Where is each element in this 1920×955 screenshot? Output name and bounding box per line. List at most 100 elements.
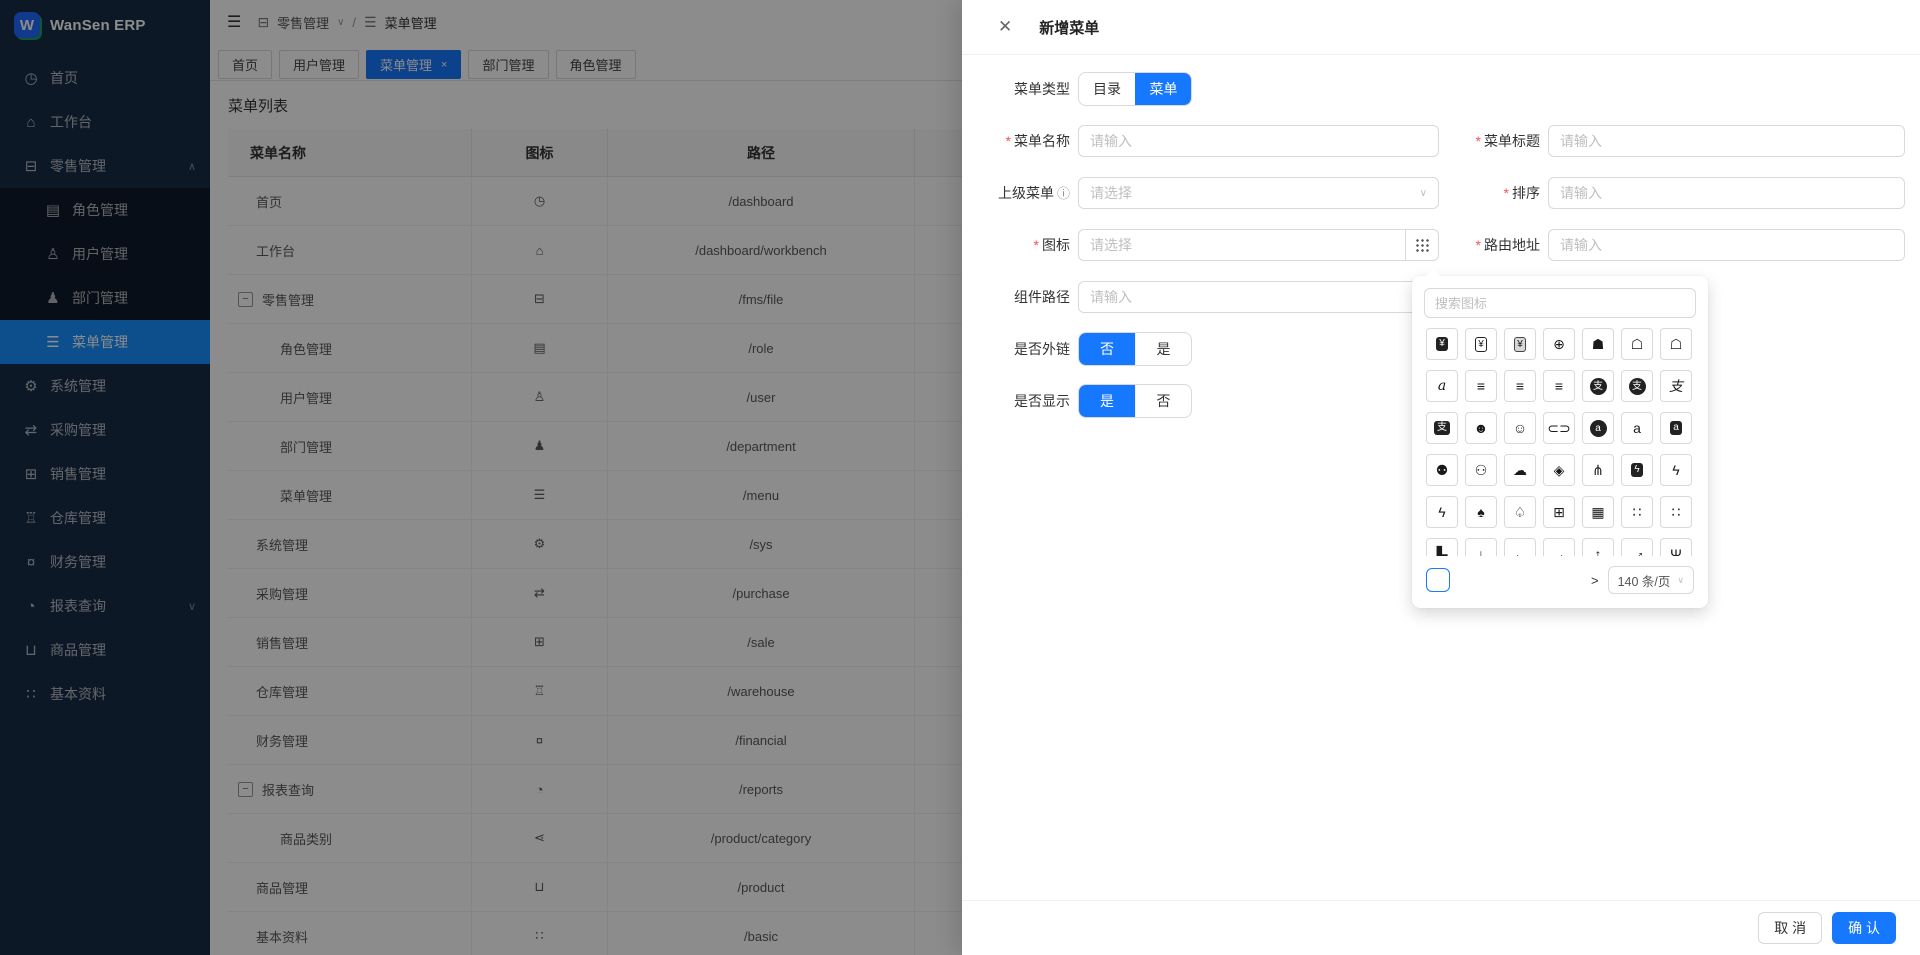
icon-option-ant-design-outlined[interactable]: ◈: [1543, 454, 1575, 486]
icon-option-amazon-circle-filled[interactable]: a: [1582, 412, 1614, 444]
required-mark: *: [1006, 133, 1011, 149]
icon-option-alibaba-outlined[interactable]: a: [1426, 370, 1458, 402]
grid-dots-icon: [1415, 238, 1429, 252]
form-row-icon: *图标 请选择 *路由地址: [962, 228, 1920, 262]
close-icon[interactable]: ✕: [998, 17, 1012, 37]
icon-option-audio-outlined[interactable]: Ψ: [1660, 538, 1692, 556]
type-option-directory[interactable]: 目录: [1079, 73, 1135, 105]
icon-option-alipay-square-filled[interactable]: 支: [1426, 412, 1458, 444]
icon-option-alert-twotone[interactable]: ☖: [1660, 328, 1692, 360]
chevron-down-icon: ∨: [1677, 575, 1684, 586]
parent-menu-select[interactable]: 请选择 ∨: [1078, 177, 1439, 209]
icon-option-alipay-outlined[interactable]: 支: [1660, 370, 1692, 402]
icon-option-align-center-outlined[interactable]: ≡: [1465, 370, 1497, 402]
chevron-down-icon: ∨: [1420, 188, 1427, 199]
component-label: 组件路径: [962, 287, 1070, 307]
icon-option-apartment-outlined[interactable]: ⋔: [1582, 454, 1614, 486]
page-number[interactable]: [1492, 568, 1516, 592]
icon-option-apple-outlined[interactable]: ♤: [1504, 496, 1536, 528]
page-number[interactable]: [1558, 568, 1582, 592]
icon-option-aliwangwang-outlined[interactable]: ☺: [1504, 412, 1536, 444]
route-label: *路由地址: [1447, 235, 1540, 255]
icon-option-arrow-left-outlined[interactable]: ←: [1504, 538, 1536, 556]
icon-option-appstore-twotone[interactable]: ∷: [1660, 496, 1692, 528]
icon-label: *图标: [962, 235, 1070, 255]
icon-grid-viewport: ¥ ¥ ¥ ⊕ ☗ ☖ ☖ a ≡ ≡ ≡ 支 支 支 支 ☻ ☺ ⊂⊃ a a…: [1426, 328, 1694, 556]
icon-option-appstore-outlined[interactable]: ∷: [1621, 496, 1653, 528]
visible-segmented: 是 否: [1078, 384, 1192, 418]
icon-pagination: > 140 条/页 ∨: [1426, 566, 1694, 594]
icon-option-api-outlined[interactable]: ϟ: [1660, 454, 1692, 486]
external-option-yes[interactable]: 是: [1135, 333, 1191, 365]
drawer-title: 新增菜单: [1039, 17, 1099, 38]
icon-option-api-twotone[interactable]: ϟ: [1426, 496, 1458, 528]
icon-option-appstore-filled[interactable]: ▦: [1582, 496, 1614, 528]
icon-option-alert-outlined[interactable]: ☖: [1621, 328, 1653, 360]
sort-label: *排序: [1447, 183, 1540, 203]
icon-option-align-left-outlined[interactable]: ≡: [1504, 370, 1536, 402]
icon-option-amazon-square-filled[interactable]: a: [1660, 412, 1692, 444]
sort-input[interactable]: [1548, 177, 1905, 209]
menu-name-input[interactable]: [1078, 125, 1439, 157]
icon-option-api-filled[interactable]: ϟ: [1621, 454, 1653, 486]
page-number[interactable]: [1426, 568, 1450, 592]
page-number[interactable]: [1459, 568, 1483, 592]
icon-option-align-right-outlined[interactable]: ≡: [1543, 370, 1575, 402]
icon-option-alert-filled[interactable]: ☗: [1582, 328, 1614, 360]
drawer-header: ✕ 新增菜单: [962, 0, 1920, 55]
form-row-name: *菜单名称 *菜单标题: [962, 124, 1920, 158]
page-ellipsis[interactable]: [1525, 568, 1549, 592]
type-option-menu[interactable]: 菜单: [1135, 73, 1191, 105]
icon-option-ant-cloud-outlined[interactable]: ☁: [1504, 454, 1536, 486]
form-row-parent: 上级菜单ⓘ 请选择 ∨ *排序: [962, 176, 1920, 210]
visible-label: 是否显示: [962, 391, 1070, 411]
icon-picker-button[interactable]: [1405, 229, 1439, 261]
icon-option-alipay-circle-filled[interactable]: 支: [1582, 370, 1614, 402]
app-root: W WanSen ERP ◷ 首页 ⌂ 工作台 ⊟ 零售管理 ∧ ▤ 角色管理 …: [0, 0, 1920, 955]
external-segmented: 否 是: [1078, 332, 1192, 366]
icon-search-input[interactable]: [1424, 288, 1696, 318]
next-page-icon[interactable]: >: [1591, 573, 1599, 588]
menu-type-segmented: 目录 菜单: [1078, 72, 1192, 106]
icon-option-alipay-circle-outlined[interactable]: 支: [1621, 370, 1653, 402]
icon-option-account-book-outlined[interactable]: ¥: [1465, 328, 1497, 360]
icon-option-android-outlined[interactable]: ⚇: [1465, 454, 1497, 486]
icon-select[interactable]: 请选择: [1078, 229, 1405, 261]
page-size-select[interactable]: 140 条/页 ∨: [1608, 566, 1694, 594]
route-input[interactable]: [1548, 229, 1905, 261]
external-option-no[interactable]: 否: [1079, 333, 1135, 365]
icon-option-aliwangwang-filled[interactable]: ☻: [1465, 412, 1497, 444]
visible-option-yes[interactable]: 是: [1079, 385, 1135, 417]
type-label: 菜单类型: [962, 79, 1070, 99]
icon-select-field: 请选择: [1078, 229, 1439, 261]
pagination-pages: [1426, 568, 1582, 592]
drawer-footer: 取 消 确 认: [962, 900, 1920, 955]
info-circle-icon: ⓘ: [1057, 186, 1070, 201]
icon-option-account-book-filled[interactable]: ¥: [1426, 328, 1458, 360]
form-row-type: 菜单类型 目录 菜单: [962, 72, 1920, 106]
component-path-input[interactable]: [1078, 281, 1439, 313]
icon-option-area-chart-outlined[interactable]: ▙: [1426, 538, 1458, 556]
icon-option-arrows-alt-outlined[interactable]: ↔: [1621, 538, 1653, 556]
name-label: *菜单名称: [962, 131, 1070, 151]
title-label: *菜单标题: [1447, 131, 1540, 151]
external-label: 是否外链: [962, 339, 1070, 359]
confirm-button[interactable]: 确 认: [1832, 912, 1896, 944]
icon-option-account-book-twotone[interactable]: ¥: [1504, 328, 1536, 360]
icon-grid: ¥ ¥ ¥ ⊕ ☗ ☖ ☖ a ≡ ≡ ≡ 支 支 支 支 ☻ ☺ ⊂⊃ a a…: [1426, 328, 1694, 556]
icon-option-android-filled[interactable]: ⚉: [1426, 454, 1458, 486]
add-menu-drawer: ✕ 新增菜单 菜单类型 目录 菜单 *菜单名称 *菜单标题 上级菜单ⓘ: [962, 0, 1920, 955]
icon-option-appstore-add-outlined[interactable]: ⊞: [1543, 496, 1575, 528]
icon-option-amazon-outlined[interactable]: a: [1621, 412, 1653, 444]
icon-option-arrow-right-outlined[interactable]: →: [1543, 538, 1575, 556]
icon-option-apple-filled[interactable]: ♠: [1465, 496, 1497, 528]
icon-option-arrow-up-outlined[interactable]: ↑: [1582, 538, 1614, 556]
visible-option-no[interactable]: 否: [1135, 385, 1191, 417]
icon-option-aim-outlined[interactable]: ⊕: [1543, 328, 1575, 360]
cancel-button[interactable]: 取 消: [1758, 912, 1822, 944]
icon-picker-popup: ¥ ¥ ¥ ⊕ ☗ ☖ ☖ a ≡ ≡ ≡ 支 支 支 支 ☻ ☺ ⊂⊃ a a…: [1412, 276, 1708, 608]
menu-title-input[interactable]: [1548, 125, 1905, 157]
parent-label: 上级菜单ⓘ: [962, 183, 1070, 203]
icon-option-arrow-down-outlined[interactable]: ↓: [1465, 538, 1497, 556]
icon-option-aliyun-outlined[interactable]: ⊂⊃: [1543, 412, 1575, 444]
